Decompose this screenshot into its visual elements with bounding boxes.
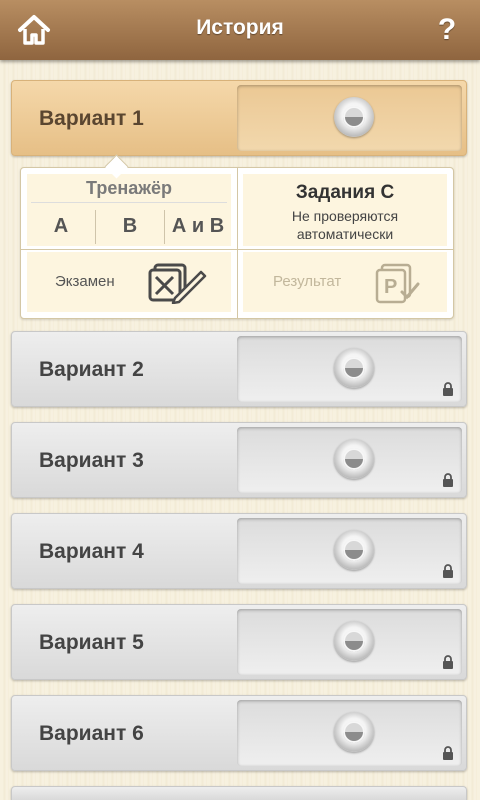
variant-label: Вариант 5 (39, 631, 144, 654)
variant-row-next[interactable] (11, 786, 467, 800)
tasks-c-section[interactable]: Задания С Не проверяются автоматически (243, 174, 447, 246)
variant-status-panel (237, 609, 462, 675)
variant-label: Вариант 1 (39, 107, 144, 130)
tasks-c-note: Не проверяются автоматически (243, 207, 447, 243)
disk-icon (334, 621, 374, 661)
trainer-title: Тренажёр (86, 178, 172, 198)
disk-icon (334, 97, 374, 137)
divider (95, 210, 96, 244)
variant-status-panel (237, 427, 462, 493)
variant-row-4[interactable]: Вариант 4 (11, 513, 467, 589)
variant-status-panel (237, 85, 462, 151)
exam-button[interactable]: Экзамен (27, 252, 231, 312)
variant-row-2[interactable]: Вариант 2 (11, 331, 467, 407)
variant-status-panel (237, 700, 462, 766)
variant-label: Вариант 6 (39, 722, 144, 745)
variant-label: Вариант 4 (39, 540, 144, 563)
variant-row-5[interactable]: Вариант 5 (11, 604, 467, 680)
lock-icon (443, 473, 453, 487)
tasks-c-title: Задания С (295, 182, 395, 203)
variant-status-panel (237, 518, 462, 584)
app-header: История ? (0, 0, 480, 60)
result-label: Результат (273, 273, 342, 290)
exam-sheet-pencil-icon (148, 263, 207, 304)
divider (31, 202, 227, 203)
disk-icon (334, 439, 374, 479)
page-title: История (196, 16, 284, 39)
lock-icon (443, 564, 453, 578)
disk-icon (334, 348, 374, 388)
lock-icon (443, 655, 453, 669)
variant-row-1[interactable]: Вариант 1 (11, 80, 467, 156)
divider (164, 210, 165, 244)
trainer-section: Тренажёр А В А и В (27, 174, 231, 246)
disk-icon (334, 530, 374, 570)
trainer-part-b-button[interactable]: В (97, 208, 163, 244)
disk-icon (334, 712, 374, 752)
variant-label: Вариант 3 (39, 449, 144, 472)
variant-label: Вариант 2 (39, 358, 144, 381)
variant-row-3[interactable]: Вариант 3 (11, 422, 467, 498)
variant-status-panel (237, 336, 462, 402)
result-sheet-check-icon: P (375, 263, 420, 304)
help-button[interactable]: ? (432, 12, 462, 48)
result-button[interactable]: Результат P (243, 252, 447, 312)
tasks-c-note-line1: Не проверяются (291, 208, 399, 224)
trainer-part-ab-button[interactable]: А и В (166, 208, 230, 244)
svg-text:P: P (384, 276, 397, 298)
divider (21, 249, 453, 250)
divider (237, 168, 238, 318)
lock-icon (443, 382, 453, 396)
help-icon: ? (437, 13, 457, 46)
trainer-part-a-button[interactable]: А (29, 208, 93, 244)
variant-detail-panel: Тренажёр А В А и В Задания С Не проверяю… (20, 167, 454, 319)
tasks-c-note-line2: автоматически (296, 226, 394, 242)
lock-icon (443, 746, 453, 760)
exam-label: Экзамен (55, 273, 115, 290)
variant-row-6[interactable]: Вариант 6 (11, 695, 467, 771)
